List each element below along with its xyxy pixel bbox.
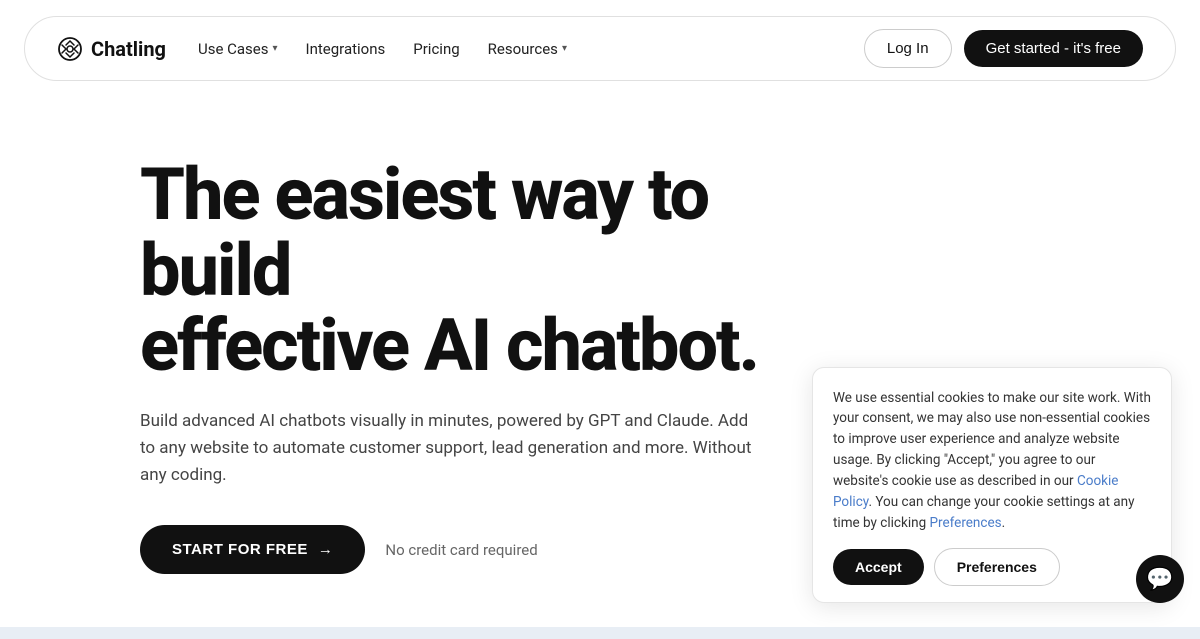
logo-text: Chatling [91,37,166,61]
get-started-button[interactable]: Get started - it's free [964,30,1143,67]
logo[interactable]: Chatling [57,36,166,62]
nav-pricing[interactable]: Pricing [413,40,459,58]
chat-bubble-button[interactable]: 💬 [1136,555,1184,603]
navbar: Chatling Use Cases ▾ Integrations Pricin… [24,16,1176,81]
preferences-link[interactable]: Preferences [930,515,1002,531]
nav-resources[interactable]: Resources ▾ [488,40,567,58]
preferences-button[interactable]: Preferences [934,548,1060,586]
cookie-text: We use essential cookies to make our sit… [833,388,1151,534]
chat-icon: 💬 [1146,567,1173,592]
hero-title: The easiest way to build effective AI ch… [140,157,796,384]
nav-integrations[interactable]: Integrations [306,40,386,58]
bottom-bar [0,627,1200,639]
nav-actions: Log In Get started - it's free [864,29,1143,68]
arrow-icon: → [318,541,334,558]
nav-use-cases[interactable]: Use Cases ▾ [198,40,278,58]
start-free-button[interactable]: START FOR FREE → [140,525,365,574]
cookie-popup: We use essential cookies to make our sit… [812,367,1172,603]
nav-links: Use Cases ▾ Integrations Pricing Resourc… [198,40,832,58]
hero-actions: START FOR FREE → No credit card required [140,525,796,574]
hero-subtitle: Build advanced AI chatbots visually in m… [140,408,760,490]
accept-button[interactable]: Accept [833,549,924,585]
no-credit-text: No credit card required [385,541,537,559]
cookie-buttons: Accept Preferences [833,548,1151,586]
chevron-down-icon: ▾ [273,43,278,54]
chevron-down-icon: ▾ [562,43,567,54]
login-button[interactable]: Log In [864,29,952,68]
logo-icon [57,36,83,62]
hero-section: The easiest way to build effective AI ch… [0,97,820,614]
